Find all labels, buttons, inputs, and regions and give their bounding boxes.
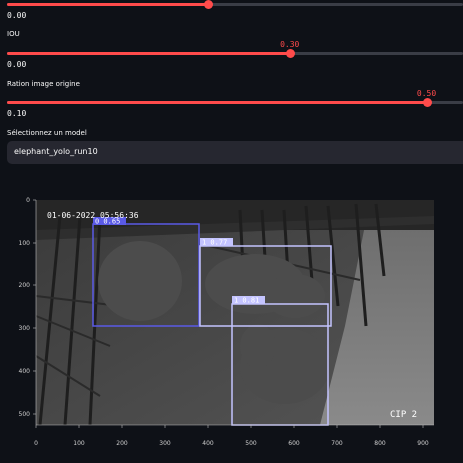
camera-id-label: CIP 2 bbox=[390, 410, 417, 420]
detection-image-panel: 0 0.65 1 0.77 1 0.81 01-06-2022 05:56:36… bbox=[0, 196, 463, 463]
x-tick-800: 800 bbox=[374, 440, 386, 447]
y-tick-300: 300 bbox=[19, 325, 31, 332]
y-axis-ticks: 0 100 200 300 400 500 bbox=[19, 197, 36, 418]
model-select-label: Sélectionnez un model bbox=[7, 129, 87, 137]
confidence-slider-fill bbox=[7, 3, 208, 6]
iou-slider-track[interactable] bbox=[7, 49, 463, 58]
ratio-slider-value: 0.50 bbox=[416, 89, 437, 98]
x-tick-100: 100 bbox=[73, 440, 85, 447]
x-tick-900: 900 bbox=[417, 440, 429, 447]
x-tick-500: 500 bbox=[245, 440, 257, 447]
iou-slider-thumb[interactable] bbox=[285, 49, 295, 58]
confidence-slider-min-label: 0.00 bbox=[7, 11, 27, 20]
x-tick-400: 400 bbox=[202, 440, 214, 447]
camera-timestamp: 01-06-2022 05:56:36 bbox=[47, 211, 139, 220]
iou-slider-value: 0.30 bbox=[280, 40, 300, 49]
x-tick-0: 0 bbox=[34, 440, 38, 447]
ratio-slider-thumb[interactable] bbox=[422, 98, 432, 107]
ratio-slider-track[interactable] bbox=[7, 98, 463, 107]
detection-image-figure: 0 0.65 1 0.77 1 0.81 01-06-2022 05:56:36… bbox=[19, 197, 434, 447]
iou-slider-fill bbox=[7, 52, 290, 55]
x-tick-200: 200 bbox=[116, 440, 128, 447]
y-tick-200: 200 bbox=[19, 282, 31, 289]
model-select[interactable]: elephant_yolo_run10 bbox=[7, 141, 463, 164]
confidence-slider-thumb[interactable] bbox=[203, 0, 213, 9]
iou-slider-min-label: 0.00 bbox=[7, 60, 27, 69]
detection-label-2: 1 0.81 bbox=[234, 297, 259, 305]
app-page: 0.00 IOU 0.30 0.00 Ration image origine … bbox=[0, 0, 463, 463]
confidence-slider-track[interactable] bbox=[7, 0, 463, 9]
model-select-value: elephant_yolo_run10 bbox=[14, 147, 98, 156]
ratio-slider-min-label: 0.10 bbox=[7, 109, 27, 118]
x-tick-300: 300 bbox=[159, 440, 171, 447]
ratio-slider-label: Ration image origine bbox=[7, 80, 80, 88]
y-tick-0: 0 bbox=[26, 197, 30, 204]
y-tick-400: 400 bbox=[19, 368, 31, 375]
iou-slider-label: IOU bbox=[7, 30, 20, 38]
x-tick-700: 700 bbox=[331, 440, 343, 447]
y-tick-500: 500 bbox=[19, 411, 31, 418]
ratio-slider-fill bbox=[7, 101, 427, 104]
y-tick-100: 100 bbox=[19, 240, 31, 247]
x-axis-ticks: 0 100 200 300 400 500 600 700 800 900 bbox=[34, 425, 429, 447]
detection-label-1: 1 0.77 bbox=[202, 239, 227, 247]
x-tick-600: 600 bbox=[288, 440, 300, 447]
camera-image bbox=[35, 200, 434, 426]
